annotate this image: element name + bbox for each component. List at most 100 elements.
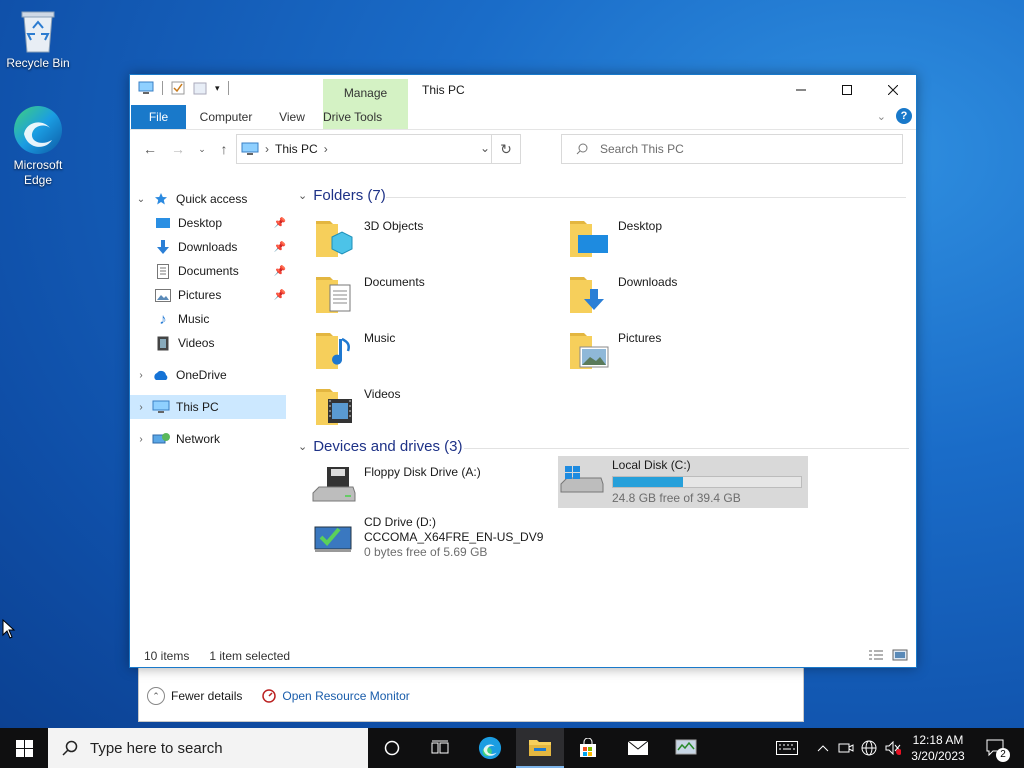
folder-item-documents[interactable]: Documents — [314, 271, 554, 321]
open-resource-monitor-link[interactable]: Open Resource Monitor — [262, 689, 410, 703]
address-bar[interactable]: › This PC › ⌄ ↻ — [236, 134, 521, 164]
expand-chevron-icon[interactable]: ⌄ — [130, 194, 152, 205]
close-button[interactable] — [870, 75, 916, 105]
nav-this-pc[interactable]: › This PC — [130, 395, 286, 419]
forward-button[interactable]: → — [168, 139, 188, 159]
breadcrumb-separator-icon[interactable]: › — [324, 142, 328, 156]
tray-volume[interactable] — [882, 728, 904, 768]
nav-item-videos[interactable]: Videos — [130, 331, 290, 355]
search-icon — [62, 740, 78, 756]
new-folder-icon[interactable] — [193, 81, 207, 95]
folder-item-pictures[interactable]: Pictures — [568, 327, 808, 377]
tab-drive-tools[interactable]: Drive Tools — [323, 105, 408, 129]
desktop-icon-recycle-bin[interactable]: Recycle Bin — [0, 8, 76, 70]
recent-locations-button[interactable]: ⌄ — [192, 139, 212, 159]
nav-onedrive[interactable]: › OneDrive — [130, 363, 290, 387]
expand-ribbon-icon[interactable]: ⌄ — [877, 110, 886, 123]
task-view-button[interactable] — [416, 728, 464, 768]
nav-item-downloads[interactable]: Downloads 📌 — [130, 235, 290, 259]
desktop-icon-microsoft-edge[interactable]: Microsoft Edge — [0, 104, 76, 188]
tab-view[interactable]: View — [270, 105, 314, 129]
taskbar-clock[interactable]: 12:18 AM 3/20/2023 — [904, 732, 972, 764]
drive-free-space: 0 bytes free of 5.69 GB — [364, 545, 488, 559]
back-button[interactable]: ← — [140, 139, 160, 159]
chevron-up-icon[interactable]: ⌃ — [147, 687, 165, 705]
breadcrumb-separator-icon[interactable]: › — [265, 142, 269, 156]
drive-item-local-disk-c[interactable]: Local Disk (C:) 24.8 GB free of 39.4 GB — [558, 456, 808, 508]
tray-meet-now[interactable] — [836, 728, 856, 768]
fewer-details-link[interactable]: Fewer details — [171, 689, 242, 703]
disk-usage-bar — [612, 476, 802, 488]
pin-icon[interactable]: 📌 — [274, 218, 286, 229]
taskbar-store[interactable] — [564, 728, 612, 768]
resource-monitor-label: Open Resource Monitor — [282, 689, 410, 703]
taskbar-search-box[interactable]: Type here to search — [48, 728, 368, 768]
3d-objects-folder-icon — [314, 215, 358, 259]
desktop-icon-label: Microsoft Edge — [13, 158, 63, 187]
taskbar-task-manager[interactable] — [662, 728, 710, 768]
refresh-button[interactable]: ↻ — [491, 135, 520, 163]
address-dropdown-icon[interactable]: ⌄ — [480, 141, 490, 155]
keyboard-icon — [776, 741, 798, 755]
desktop-icon-label: Recycle Bin — [6, 56, 70, 70]
tab-computer[interactable]: Computer — [192, 105, 260, 129]
customize-toolbar-icon[interactable]: ▾ — [215, 83, 220, 94]
pin-icon[interactable]: 📌 — [274, 242, 286, 253]
folder-item-downloads[interactable]: Downloads — [568, 271, 808, 321]
ribbon-right-controls: ⌄ ? — [877, 108, 912, 124]
nav-item-music[interactable]: ♪ Music — [130, 307, 290, 331]
pin-icon[interactable]: 📌 — [274, 266, 286, 277]
action-center-button[interactable]: 2 — [978, 728, 1014, 768]
nav-item-pictures[interactable]: Pictures 📌 — [130, 283, 290, 307]
tray-show-hidden[interactable] — [814, 728, 832, 768]
folder-item-3d-objects[interactable]: 3D Objects — [314, 215, 554, 265]
search-box[interactable]: Search This PC — [561, 134, 903, 164]
up-button[interactable]: ↑ — [214, 139, 234, 159]
taskbar-mail[interactable] — [614, 728, 662, 768]
star-icon — [152, 191, 170, 207]
taskbar-edge[interactable] — [466, 728, 514, 768]
tray-keyboard[interactable] — [772, 728, 802, 768]
expand-chevron-icon[interactable]: › — [130, 370, 152, 381]
nav-quick-access[interactable]: ⌄ Quick access — [130, 187, 290, 211]
music-icon: ♪ — [159, 310, 167, 328]
taskbar-file-explorer[interactable] — [516, 728, 564, 768]
drive-item-floppy[interactable]: Floppy Disk Drive (A:) — [310, 463, 550, 511]
collapse-chevron-icon[interactable]: ⌄ — [298, 440, 307, 453]
drive-text: Local Disk (C:) 24.8 GB free of 39.4 GB — [612, 456, 802, 508]
navigation-pane: ⌄ Quick access Desktop 📌 Downloads 📌 Doc… — [130, 181, 294, 641]
search-icon — [576, 143, 588, 155]
folder-item-music[interactable]: Music — [314, 327, 554, 377]
folder-item-desktop[interactable]: Desktop — [568, 215, 808, 265]
expand-chevron-icon[interactable]: › — [130, 434, 152, 445]
resource-monitor-icon — [262, 689, 277, 703]
nav-network[interactable]: › Network — [130, 427, 290, 451]
videos-folder-icon — [314, 383, 358, 427]
nav-item-desktop[interactable]: Desktop 📌 — [130, 211, 290, 235]
folders-group-header[interactable]: ⌄ Folders (7) — [298, 187, 386, 204]
drive-item-cd-d[interactable]: CD Drive (D:) CCCOMA_X64FRE_EN-US_DV9 0 … — [310, 513, 570, 565]
expand-chevron-icon[interactable]: › — [130, 402, 152, 413]
search-placeholder: Search This PC — [600, 142, 684, 156]
pin-icon[interactable]: 📌 — [274, 290, 286, 301]
help-icon[interactable]: ? — [896, 108, 912, 124]
maximize-button[interactable] — [824, 75, 870, 105]
details-view-icon[interactable] — [868, 649, 884, 661]
recycle-bin-icon — [21, 11, 55, 53]
tray-network[interactable] — [858, 728, 880, 768]
folder-item-videos[interactable]: Videos — [314, 383, 554, 433]
breadcrumb-this-pc[interactable]: This PC — [275, 142, 318, 156]
folder-label: Music — [364, 331, 396, 345]
devices-group-header[interactable]: ⌄ Devices and drives (3) — [298, 438, 462, 455]
properties-icon[interactable] — [171, 81, 185, 95]
nav-label: Downloads — [178, 240, 238, 254]
title-bar[interactable]: ▾ Manage This PC — [130, 75, 916, 105]
cortana-button[interactable] — [368, 728, 416, 768]
tab-file[interactable]: File — [131, 105, 186, 129]
collapse-chevron-icon[interactable]: ⌄ — [298, 189, 307, 202]
nav-item-documents[interactable]: Documents 📌 — [130, 259, 290, 283]
task-manager-window: ⌃ Fewer details Open Resource Monitor — [138, 660, 804, 722]
large-icons-view-icon[interactable] — [892, 649, 908, 661]
minimize-button[interactable] — [778, 75, 824, 105]
start-button[interactable] — [0, 728, 48, 768]
